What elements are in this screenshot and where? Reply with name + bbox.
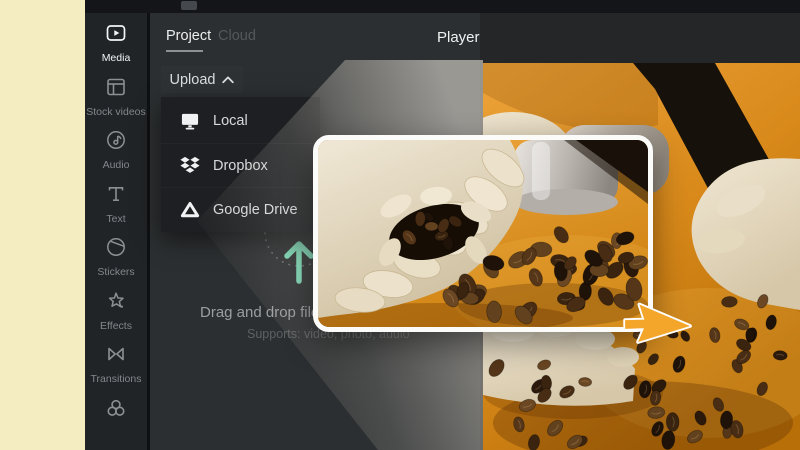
upload-button[interactable]: Upload	[161, 66, 243, 93]
sidebar-divider	[147, 13, 150, 450]
sidebar-item-label: Stock videos	[86, 106, 146, 118]
transitions-icon	[105, 343, 127, 370]
stickers-icon	[105, 236, 127, 263]
google-drive-icon	[180, 200, 200, 219]
more-tools-icon	[105, 397, 127, 424]
window-top-strip	[85, 0, 800, 13]
tab-active-underline	[166, 50, 203, 52]
sidebar-item-label: Audio	[103, 159, 130, 171]
upload-dropdown-menu: Local Dropbox Google Drive	[161, 97, 320, 232]
chevron-up-icon	[222, 72, 234, 88]
monitor-icon	[180, 112, 200, 131]
sidebar-item-text[interactable]: Text	[85, 183, 147, 237]
sidebar-item-label: Transitions	[91, 373, 142, 385]
tab-cloud[interactable]: Cloud	[218, 28, 256, 44]
upload-button-label: Upload	[170, 72, 216, 88]
menu-item-label: Dropbox	[213, 158, 268, 174]
tab-project[interactable]: Project	[166, 28, 211, 44]
menu-item-local[interactable]: Local	[161, 99, 320, 143]
sidebar-item-label: Stickers	[97, 266, 134, 278]
dropbox-icon	[180, 156, 200, 175]
sidebar-item-media[interactable]: Media	[85, 22, 147, 76]
sidebar-item-effects[interactable]: Effects	[85, 290, 147, 344]
menu-item-label: Local	[213, 113, 248, 129]
sidebar-item-more[interactable]	[85, 397, 147, 450]
menu-item-google-drive[interactable]: Google Drive	[161, 187, 320, 231]
effects-star-icon	[105, 290, 127, 317]
sidebar-item-label: Text	[106, 213, 125, 225]
menu-item-dropbox[interactable]: Dropbox	[161, 143, 320, 187]
sidebar: Media Stock videos Audio Text Stickers E…	[85, 13, 147, 450]
titlebar-icon	[181, 1, 197, 10]
text-icon	[105, 183, 127, 210]
sidebar-item-audio[interactable]: Audio	[85, 129, 147, 183]
media-icon	[105, 22, 127, 49]
stock-videos-icon	[105, 76, 127, 103]
sidebar-item-stock-videos[interactable]: Stock videos	[85, 76, 147, 130]
audio-icon	[105, 129, 127, 156]
sidebar-item-stickers[interactable]: Stickers	[85, 236, 147, 290]
sidebar-item-transitions[interactable]: Transitions	[85, 343, 147, 397]
player-title: Player	[437, 29, 480, 46]
sidebar-item-label: Effects	[100, 320, 132, 332]
menu-item-label: Google Drive	[213, 202, 298, 218]
magnifier-overlay	[313, 135, 653, 332]
sidebar-item-label: Media	[102, 52, 131, 64]
